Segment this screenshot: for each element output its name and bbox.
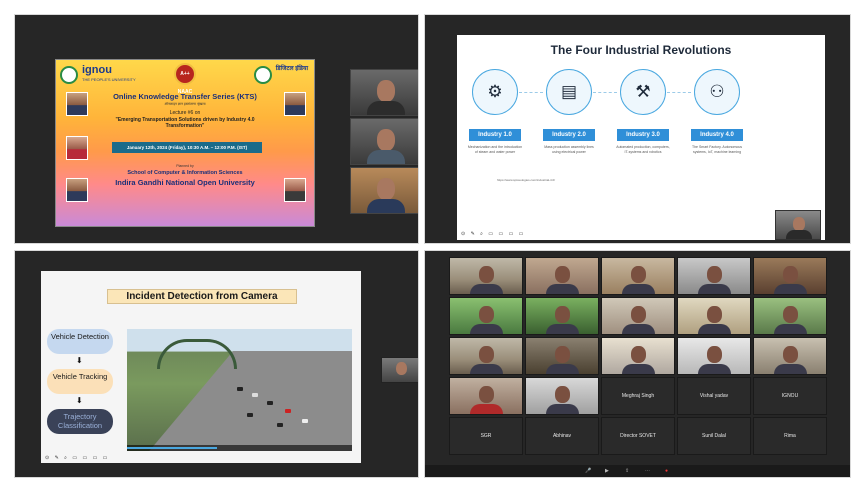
participant-video[interactable] <box>677 337 751 375</box>
revolution-description: Mass production assembly lines using ele… <box>544 145 594 154</box>
presenter-video[interactable] <box>775 210 821 240</box>
poster-topic: "Emerging Transportation Solutions drive… <box>115 117 255 129</box>
incident-detection-panel: Incident Detection from Camera Vehicle D… <box>14 250 419 478</box>
shared-slide: The Four Industrial Revolutions ⚙ Indust… <box>457 35 825 240</box>
slide-title: Incident Detection from Camera <box>107 289 297 304</box>
source-url: https://www.spiceologies.com/industrial-… <box>497 178 556 182</box>
participant-tile[interactable]: IGNOU <box>753 377 827 415</box>
participant-video[interactable] <box>753 337 827 375</box>
participant-tile[interactable]: Rima <box>753 417 827 455</box>
revolution-card: ⚒ Industry 3.0 Automated production, com… <box>615 69 671 154</box>
participant-tile[interactable]: Abhinav <box>525 417 599 455</box>
participant-video[interactable] <box>449 377 523 415</box>
participant-video[interactable] <box>677 297 751 335</box>
speaker-photo <box>66 136 88 160</box>
kts-poster-panel: ignou THE PEOPLE'S UNIVERSITY A++ NAAC ड… <box>14 14 419 244</box>
participant-tile[interactable]: Sunil Dalal <box>677 417 751 455</box>
participant-tile[interactable]: Meghraj Singh <box>601 377 675 415</box>
participant-video[interactable] <box>449 297 523 335</box>
participant-video[interactable] <box>525 257 599 295</box>
revolution-card: ⚙ Industry 1.0 Mechanization and the int… <box>467 69 523 154</box>
share-icon[interactable]: ⇪ <box>625 468 629 474</box>
participant-video[interactable] <box>601 297 675 335</box>
poster-organiser-label: Planned by <box>176 164 194 168</box>
revolution-card: ⚇ Industry 4.0 The Smart Factory. Autono… <box>689 69 745 154</box>
kts-poster: ignou THE PEOPLE'S UNIVERSITY A++ NAAC ड… <box>55 59 315 227</box>
revolution-badge: Industry 3.0 <box>617 129 669 141</box>
participant-video[interactable] <box>601 337 675 375</box>
meeting-toolbar: 🎤 ▶ ⇪ ⋯ ● <box>425 465 850 477</box>
mic-icon[interactable]: 🎤 <box>585 468 591 474</box>
industrial-revolutions-panel: The Four Industrial Revolutions ⚙ Indust… <box>424 14 851 244</box>
participant-tile[interactable]: Vishal yadav <box>677 377 751 415</box>
naac-badge: A++ NAAC <box>174 63 196 95</box>
participant-video[interactable] <box>525 377 599 415</box>
digital-india-logo: डिजिटल इंडिया <box>275 66 308 72</box>
participant-video[interactable] <box>449 257 523 295</box>
speaker-photo <box>66 92 88 116</box>
pipeline-step: Vehicle Tracking <box>47 369 113 394</box>
participant-video[interactable] <box>350 118 418 165</box>
participant-video[interactable] <box>753 257 827 295</box>
down-arrow-icon: ⬇ <box>76 396 83 405</box>
more-icon[interactable]: ⋯ <box>645 468 650 474</box>
smart-factory-icon: ⚇ <box>694 69 740 115</box>
participant-video[interactable] <box>350 69 418 116</box>
revolution-card: ▤ Industry 2.0 Mass production assembly … <box>541 69 597 154</box>
pipeline-step: Trajectory Classification <box>47 409 113 434</box>
poster-date: January 12th, 2024 (Friday), 10:30 A.M. … <box>112 142 262 153</box>
leave-icon[interactable]: ● <box>665 468 668 474</box>
revolution-description: Automated production, computers, IT-syst… <box>616 145 670 154</box>
assembly-line-icon: ▤ <box>546 69 592 115</box>
revolution-badge: Industry 4.0 <box>691 129 743 141</box>
participant-video[interactable] <box>525 337 599 375</box>
participant-video[interactable] <box>525 297 599 335</box>
revolution-badge: Industry 2.0 <box>543 129 595 141</box>
poster-subtitle: ऑनलाइन ज्ञान हस्तांतरण श्रृंखला <box>164 102 206 106</box>
revolution-description: Mechanization and the introduction of st… <box>467 145 523 154</box>
pipeline-step: Vehicle Detection <box>47 329 113 354</box>
annotation-toolbar[interactable]: ⊙ ✎ ⌕ ▭ ▭ ▭ ▭ <box>461 231 525 237</box>
participant-video[interactable] <box>601 257 675 295</box>
slide-title: The Four Industrial Revolutions <box>550 43 732 57</box>
shared-slide: Incident Detection from Camera Vehicle D… <box>41 271 361 463</box>
poster-title: Online Knowledge Transfer Series (KTS) <box>113 92 257 101</box>
speaker-photo <box>284 92 306 116</box>
annotation-toolbar[interactable]: ⊙ ✎ ⌕ ▭ ▭ ▭ ▭ <box>45 455 109 461</box>
speaker-photo <box>284 178 306 202</box>
video-icon[interactable]: ▶ <box>605 468 609 474</box>
speaker-photo <box>66 178 88 202</box>
participant-tile[interactable]: Director SOVET <box>601 417 675 455</box>
participant-video[interactable] <box>753 297 827 335</box>
participant-video[interactable] <box>449 337 523 375</box>
participant-video[interactable] <box>350 167 418 214</box>
poster-university: Indira Gandhi National Open University <box>115 178 255 187</box>
robot-arm-icon: ⚒ <box>620 69 666 115</box>
camera-video[interactable] <box>127 329 352 451</box>
poster-lecture: Lecture #6 on <box>169 110 201 116</box>
down-arrow-icon: ⬇ <box>76 356 83 365</box>
poster-school: School of Computer & Information Science… <box>127 170 243 176</box>
right-logo-ring <box>254 66 272 84</box>
participant-video[interactable] <box>677 257 751 295</box>
gallery-view-panel: Meghraj Singh Vishal yadav IGNOU SGR Abh… <box>424 250 851 478</box>
revolution-description: The Smart Factory. Autonomous systems, I… <box>691 145 743 154</box>
revolution-badge: Industry 1.0 <box>469 129 521 141</box>
gears-icon: ⚙ <box>472 69 518 115</box>
participant-tile[interactable]: SGR <box>449 417 523 455</box>
ignou-logo: ignou THE PEOPLE'S UNIVERSITY <box>82 64 136 83</box>
presenter-video[interactable] <box>381 357 418 383</box>
ignou-logo-ring <box>60 66 78 84</box>
